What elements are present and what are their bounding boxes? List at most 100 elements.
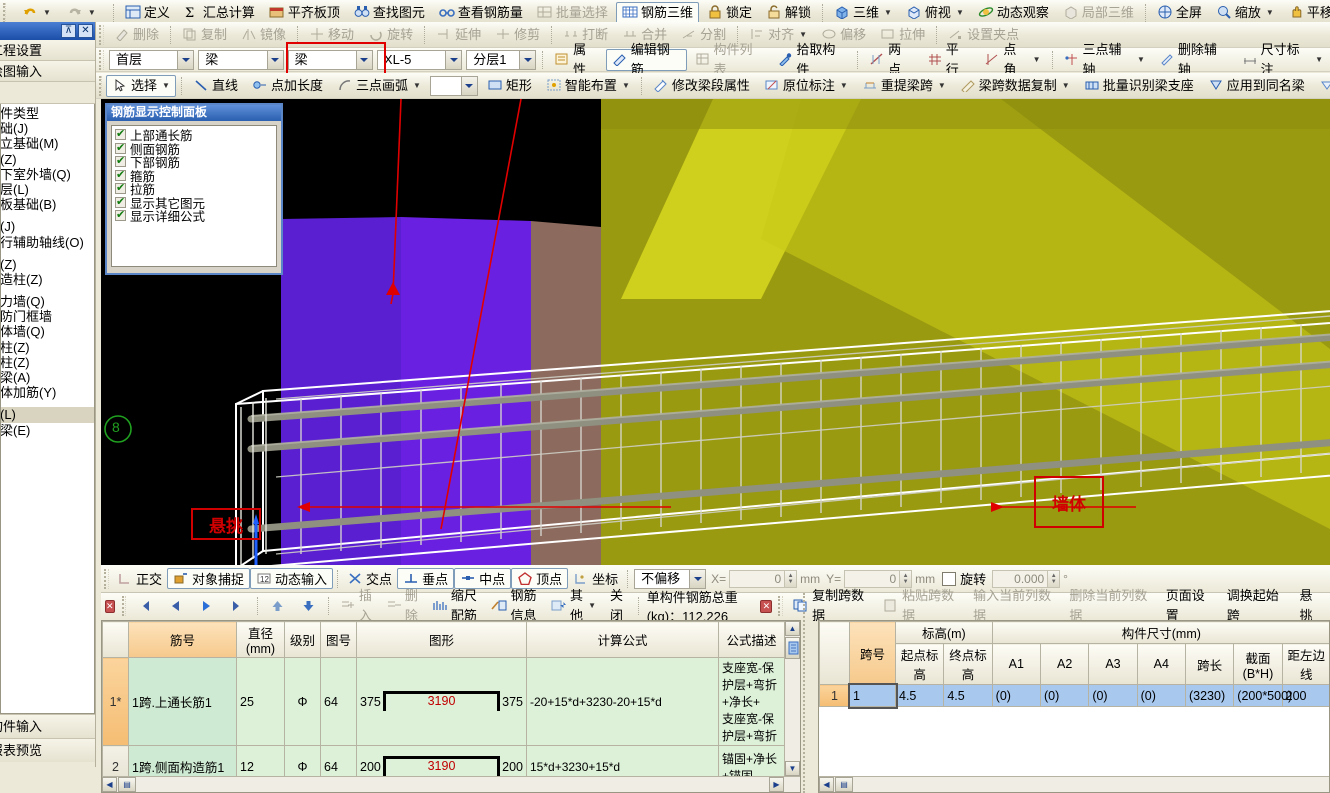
span-col-header-10[interactable]: 距左边线 <box>1281 643 1329 685</box>
tree-item-垫层L[interactable]: 垫层(L) <box>1 182 94 197</box>
span-grid[interactable]: 跨号 标高(m) 构件尺寸(mm) 起点标高 终点标高 A1 A2 A3 A4 跨长 截面(B*H)… <box>819 621 1329 709</box>
toolbar-grip[interactable] <box>3 2 6 23</box>
span-group-header-0[interactable] <box>819 621 850 685</box>
span-cell-a3[interactable]: (0) <box>1088 684 1138 707</box>
checkbox-checked-icon[interactable] <box>115 154 126 168</box>
span-group-header-2[interactable]: 标高(m) <box>895 621 993 644</box>
tree-item-筏板基础B[interactable]: 筏板基础(B) <box>1 197 94 212</box>
copy-span-data-button[interactable]: 复制跨数据 <box>787 588 875 623</box>
3d-viewport[interactable]: 8 钢筋显示控制面板 上部通长筋侧面钢筋下部钢筋箍筋拉筋显示其它图元显示详细公式… <box>101 99 1330 565</box>
offset-mode-combo[interactable]: 不偏移 <box>634 568 707 589</box>
move-button[interactable]: 移动 <box>303 24 360 46</box>
span-table-hscrollbar[interactable]: ◀ ▤ <box>819 776 1329 792</box>
tree-item-平行辅助轴线O[interactable]: 平行辅助轴线(O) <box>1 235 94 250</box>
two-point-button[interactable]: 两点 <box>863 42 919 77</box>
dynamic-observe-button[interactable]: 动态观察 <box>972 2 1055 24</box>
span-col-header-4[interactable]: A1 <box>991 643 1041 685</box>
rebar-detail-table[interactable]: 筋号 直径(mm) 级别 图号 图形 计算公式 公式描述 1* 1跨.上通长筋1 25 Φ 64 375… <box>101 620 801 793</box>
component-tree[interactable]: 构件类型基础(J)独立基础(M)桩(Z)地下室外墙(Q)垫层(L)筏板基础(B)… <box>0 104 95 714</box>
edit-rebar-button[interactable]: 编辑钢筋 <box>605 42 687 77</box>
tree-item-构造柱Z[interactable]: 构造柱(Z) <box>1 272 94 287</box>
rebar-col-header-0[interactable] <box>102 621 129 658</box>
panel-splitter[interactable] <box>803 593 811 793</box>
rebar-col-header-2[interactable]: 直径(mm) <box>236 621 285 658</box>
span-col-header-5[interactable]: A2 <box>1039 643 1090 685</box>
batch-recognize-support-button[interactable]: 批量识别梁支座 <box>1078 75 1200 97</box>
member-combo[interactable]: XL-5 <box>376 49 463 70</box>
tree-item-暗柱Z[interactable]: 暗柱(Z) <box>1 340 94 355</box>
rebar-display-option-6[interactable]: 显示详细公式 <box>115 208 276 224</box>
in-situ-mark-button[interactable]: 原位标注 ▼ <box>758 75 854 97</box>
first-record-button[interactable] <box>130 595 159 617</box>
chevron-down-icon[interactable]: ▼ <box>840 76 848 96</box>
span-col-header-8[interactable]: 跨长 <box>1184 643 1235 685</box>
checkbox-checked-icon[interactable] <box>115 141 126 154</box>
object-snap-toggle[interactable]: 对象捕捉 <box>167 568 251 589</box>
rotate-input[interactable]: 0.000 <box>992 569 1049 588</box>
chevron-down-icon[interactable]: ▼ <box>938 76 946 96</box>
toolbar-grip[interactable] <box>99 49 104 70</box>
span-cell-span_no[interactable]: 1 <box>847 682 898 709</box>
tree-item-柱J[interactable]: 柱(J) <box>1 219 94 234</box>
three-d-button[interactable]: 三维 ▼ <box>828 2 898 24</box>
view-rebar-qty-button[interactable]: 查看钢筋量 <box>433 2 529 24</box>
scroll-down-button[interactable]: ▼ <box>785 761 800 776</box>
paste-span-data-button[interactable]: 粘贴跨数据 <box>877 588 965 623</box>
checkbox-checked-icon[interactable] <box>115 168 126 181</box>
other-menu-button[interactable]: 其他 ▼ <box>545 588 602 623</box>
three-point-aux-axis-button[interactable]: 三点辅轴 ▼ <box>1058 42 1151 77</box>
checkbox-checked-icon[interactable] <box>115 208 126 222</box>
scroll-thumb[interactable] <box>785 637 800 659</box>
three-point-arc-button[interactable]: 三点画弧 ▼ <box>331 75 427 97</box>
span-detail-table[interactable]: 跨号 标高(m) 构件尺寸(mm) 起点标高 终点标高 A1 A2 A3 A4 跨长 截面(B*H)… <box>818 620 1330 793</box>
flush-slab-top-button[interactable]: 平齐板顶 <box>263 2 346 24</box>
ortho-toggle[interactable]: 正交 <box>112 568 167 589</box>
rebar-display-control-panel[interactable]: 钢筋显示控制面板 上部通长筋侧面钢筋下部钢筋箍筋拉筋显示其它图元显示详细公式 <box>105 103 283 275</box>
close-icon[interactable]: ✕ <box>105 599 115 613</box>
find-element-button[interactable]: 查找图元 <box>348 2 431 24</box>
next-record-button[interactable] <box>192 595 221 617</box>
rebar-grid[interactable]: 筋号 直径(mm) 级别 图号 图形 计算公式 公式描述 1* 1跨.上通长筋1 25 Φ 64 375… <box>102 621 785 792</box>
point-length-tool-button[interactable]: 点加长度 <box>246 75 329 97</box>
smart-layout-button[interactable]: 智能布置 ▼ <box>540 75 636 97</box>
rebar-shape-cell[interactable]: 375 3190 375 <box>356 657 527 746</box>
offset-y-spinner[interactable]: ▲ ▼ <box>900 569 913 588</box>
row-number[interactable]: 1 <box>819 684 850 707</box>
point-angle-button[interactable]: 点角 ▼ <box>978 42 1046 77</box>
span-group-header-1[interactable]: 跨号 <box>849 621 896 685</box>
rebar-table-toolbar[interactable]: ✕ 插入 删除 缩尺配筋 钢筋信息 其他 ▼ 关闭 单构件钢筋总重(kg)：11… <box>101 588 757 624</box>
span-cell-a1[interactable]: (0) <box>991 684 1041 707</box>
scroll-up-button[interactable]: ▲ <box>785 621 800 636</box>
prev-record-button[interactable] <box>161 595 190 617</box>
draw-toolbar-row[interactable]: 选择 ▼ 直线 点加长度 三点画弧 ▼ 矩形 智能布置 ▼ 修改梁段属性 原位标… <box>96 73 1330 99</box>
rebar-grade[interactable]: Φ <box>284 657 321 746</box>
layer-combo[interactable]: 分层1 <box>466 49 537 70</box>
toolbar-grip[interactable] <box>121 596 126 616</box>
tree-item-圈梁E[interactable]: 圈梁(E) <box>1 423 94 438</box>
swap-start-span-button[interactable]: 调换起始跨 <box>1221 588 1292 623</box>
rebar-3d-button[interactable]: 钢筋三维 <box>615 1 699 24</box>
summary-calc-button[interactable]: Σ 汇总计算 <box>178 2 261 24</box>
span-col-header-3[interactable]: 终点标高 <box>943 643 993 685</box>
chevron-down-icon[interactable] <box>689 569 706 588</box>
dynamic-input-toggle[interactable]: 12 动态输入 <box>250 568 334 589</box>
top-view-button[interactable]: 俯视 ▼ <box>900 2 970 24</box>
copy-button[interactable]: 复制 <box>176 24 233 46</box>
span-col-header-9[interactable]: 截面(B*H) <box>1233 643 1283 685</box>
draw-style-combo[interactable] <box>429 75 478 96</box>
rebar-info-button[interactable]: 钢筋信息 <box>485 588 543 623</box>
span-col-header-2[interactable]: 起点标高 <box>894 643 945 685</box>
last-record-button[interactable] <box>223 595 252 617</box>
chevron-down-icon[interactable]: ▼ <box>1062 76 1070 96</box>
rotate-checkbox[interactable] <box>942 571 957 586</box>
span-cell-dist_left[interactable]: 200 <box>1281 684 1329 707</box>
span-cell-a4[interactable]: (0) <box>1136 684 1186 707</box>
undo-button[interactable]: ▼ <box>16 2 57 24</box>
checkbox-checked-icon[interactable] <box>115 181 126 195</box>
lock-button[interactable]: 锁定 <box>701 2 758 24</box>
table-row[interactable]: 1* 1跨.上通长筋1 25 Φ 64 375 3190 375 -20+15*d+3230-2… <box>102 657 785 746</box>
apply-same-beam-button[interactable]: 应用到同名梁 <box>1202 75 1311 97</box>
chevron-down-icon[interactable]: ▼ <box>43 3 51 23</box>
offset-x-input[interactable]: 0 <box>729 569 786 588</box>
left-panel-header-settings[interactable]: 工程设置 <box>0 40 95 61</box>
